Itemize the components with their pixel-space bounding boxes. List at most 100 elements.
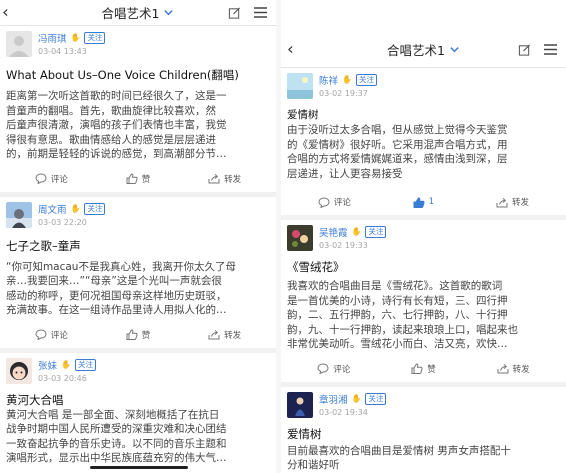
body-line: 合唱的方式将爱情娓娓道来，感情由浅到深，层 xyxy=(287,153,508,165)
author-name[interactable]: 周文雨 xyxy=(38,202,67,216)
post-date: 03-03 20:46 xyxy=(38,373,87,383)
avatar[interactable] xyxy=(6,357,32,384)
like-button[interactable]: 1 xyxy=(413,196,435,208)
comment-button[interactable]: 评论 xyxy=(318,196,351,208)
feed-post[interactable]: 周文雨 ✋ 关注 03-03 22:20 七子之歌–童声 “你可知macau不是… xyxy=(0,197,276,353)
follow-button[interactable]: 关注 xyxy=(365,226,387,238)
left-feed-screen: ‹ 合唱艺术1 冯雨琪 ✋ 关注 03-04 13:43 What About … xyxy=(0,0,276,473)
feed-post[interactable]: 章羽湘 ✋ 关注 03-02 19:34 爱情树 目前最喜欢的合唱曲目是爱情树 … xyxy=(281,387,566,473)
feed-post[interactable]: 吴艳霞 ✋ 关注 03-02 19:33 《雪绒花》 我喜欢的合唱曲目是《雪绒花… xyxy=(281,220,566,387)
post-title: 爱情树 xyxy=(287,109,319,121)
post-body: 我喜欢的合唱曲目是《雪绒花》。这首歌的歌词 是一首优美的小诗，诗行有长有短，三、… xyxy=(287,279,560,352)
body-line: 充满故事。在这一组诗作品里诗人用拟人化的… xyxy=(6,304,227,316)
thumbs-up-icon xyxy=(411,363,423,374)
top-bar: ‹ 合唱艺术1 xyxy=(281,32,566,68)
post-actions: 评论 赞 转发 xyxy=(6,322,270,348)
follow-button[interactable]: 关注 xyxy=(84,32,106,44)
hamburger-menu-icon[interactable] xyxy=(543,44,558,56)
comment-button[interactable]: 评论 xyxy=(35,173,68,185)
body-line: 首童声的翻唱。首先，歌曲旋律比较喜欢，然 xyxy=(6,104,216,117)
like-button[interactable]: 赞 xyxy=(126,173,151,185)
home-indicator[interactable] xyxy=(90,466,188,469)
chevron-down-icon xyxy=(164,10,174,16)
share-button[interactable]: 转发 xyxy=(208,173,241,185)
like-count: 1 xyxy=(428,197,435,207)
chevron-left-icon[interactable]: ‹ xyxy=(287,41,294,58)
page-title: 合唱艺术1 xyxy=(101,6,160,21)
body-line: “你可知macau不是我真心姓，我离开你太久了母 xyxy=(6,260,236,273)
hand-icon: ✋ xyxy=(342,75,352,84)
avatar[interactable] xyxy=(6,31,32,57)
chevron-left-icon[interactable]: ‹ xyxy=(2,4,9,21)
follow-button[interactable]: 关注 xyxy=(365,392,387,405)
avatar[interactable] xyxy=(287,225,313,251)
share-button[interactable]: 转发 xyxy=(496,196,529,208)
like-button[interactable]: 赞 xyxy=(126,329,151,341)
follow-button[interactable]: 关注 xyxy=(74,358,96,371)
avatar[interactable] xyxy=(287,391,313,418)
like-button[interactable]: 赞 xyxy=(411,363,436,375)
share-button[interactable]: 转发 xyxy=(208,329,241,341)
post-body: 黄河大合唱 是一部全面、深刻地概括了在抗日 战争时期中国人民所遭受的深重灾难和决… xyxy=(6,408,270,466)
feed-post[interactable]: 张妹 ✋ 关注 03-03 20:46 黄河大合唱 黄河大合唱 是一部全面、深刻… xyxy=(0,353,276,466)
hamburger-menu-icon[interactable] xyxy=(253,7,268,19)
like-label: 赞 xyxy=(141,174,151,185)
body-line: 韵，九、十一行押韵，读起来琅琅上口，唱起来也 xyxy=(287,323,518,336)
follow-button[interactable]: 关注 xyxy=(84,202,106,215)
feed-post[interactable]: 冯雨琪 ✋ 关注 03-04 13:43 What About Us–One V… xyxy=(0,26,276,197)
post-body: “你可知macau不是我真心姓，我离开你太久了母 亲…我要回来…”“母亲”这是个… xyxy=(6,260,270,318)
comment-button[interactable]: 评论 xyxy=(317,363,350,375)
hand-icon: ✋ xyxy=(70,203,81,213)
like-label: 赞 xyxy=(427,364,436,375)
chevron-down-icon xyxy=(450,47,459,53)
top-bar: ‹ 合唱艺术1 xyxy=(0,0,276,26)
post-body: 距离第一次听这首歌的时间已经很久了，这是一 首童声的翻唱。首先，歌曲旋律比较喜欢… xyxy=(6,89,270,162)
author-name[interactable]: 章羽湘 xyxy=(319,392,348,406)
like-label: 赞 xyxy=(141,330,151,341)
thumbs-up-icon xyxy=(413,196,425,208)
edit-icon[interactable] xyxy=(228,6,241,19)
share-label: 转发 xyxy=(224,174,242,185)
body-line: 后童声很清澈，演唱的孩子们表情也丰富，我觉 xyxy=(6,119,227,131)
feed-post[interactable]: 陈祥 ✋ 关注 03-02 19:37 爱情树 由于没听过太多合唱，但从感觉上觉… xyxy=(281,68,566,220)
post-date: 03-04 13:43 xyxy=(38,47,87,56)
post-title: 《雪绒花》 xyxy=(287,260,345,274)
post-title: What About Us–One Voice Children(翻唱) xyxy=(6,68,239,82)
post-date: 03-02 19:33 xyxy=(319,241,368,250)
avatar[interactable] xyxy=(6,201,32,228)
author-name[interactable]: 吴艳霞 xyxy=(319,225,348,239)
post-date: 03-02 19:37 xyxy=(319,89,368,98)
body-line: 分和谐好听 xyxy=(287,459,340,471)
comment-button[interactable]: 评论 xyxy=(35,329,68,341)
page-title: 合唱艺术1 xyxy=(387,43,445,58)
post-header: 张妹 ✋ 关注 03-03 20:46 xyxy=(6,357,270,386)
share-label: 转发 xyxy=(224,330,242,341)
edit-icon[interactable] xyxy=(518,43,531,56)
body-line: 亲…我要回来…”“母亲”这是个光叫一声就会很 xyxy=(6,275,222,287)
body-line: 一致奋起抗争的音乐史诗。以不同的音乐主题和 xyxy=(6,437,227,450)
body-line: 韵，二、五行押韵，六、七行押韵，八、十行押 xyxy=(287,309,508,321)
body-line: 层递进，让人更容易接受 xyxy=(287,167,403,180)
group-title-dropdown[interactable]: 合唱艺术1 xyxy=(387,40,460,59)
body-line: 目前最喜欢的合唱曲目是爱情树 男声女声搭配十 xyxy=(287,444,511,457)
comment-label: 评论 xyxy=(50,330,68,341)
comment-label: 评论 xyxy=(50,174,68,185)
group-title-dropdown[interactable]: 合唱艺术1 xyxy=(102,3,175,22)
post-date: 03-03 22:20 xyxy=(38,217,87,227)
thumbs-up-icon xyxy=(126,173,138,184)
body-line: 是一首优美的小诗，诗行有长有短，三、四行押 xyxy=(287,294,508,307)
body-line: 距离第一次听这首歌的时间已经很久了，这是一 xyxy=(6,90,227,102)
post-title: 黄河大合唱 xyxy=(6,392,64,407)
author-name[interactable]: 张妹 xyxy=(38,358,57,372)
body-line: 我喜欢的合唱曲目是《雪绒花》。这首歌的歌词 xyxy=(287,280,503,292)
follow-button[interactable]: 关注 xyxy=(355,74,377,86)
author-name[interactable]: 陈祥 xyxy=(319,73,338,87)
share-button[interactable]: 转发 xyxy=(497,363,530,375)
post-header: 陈祥 ✋ 关注 03-02 19:37 xyxy=(287,73,560,101)
author-name[interactable]: 冯雨琪 xyxy=(38,31,67,45)
body-line: 战争时期中国人民所遭受的深重灾难和决心团结 xyxy=(6,423,227,435)
comment-icon xyxy=(35,173,47,184)
avatar[interactable] xyxy=(287,73,313,99)
post-body: 由于没听过太多合唱，但从感觉上觉得今天鉴赏 的《爱情树》很好听。它采用混声合唱方… xyxy=(287,123,560,181)
comment-label: 评论 xyxy=(333,198,351,208)
